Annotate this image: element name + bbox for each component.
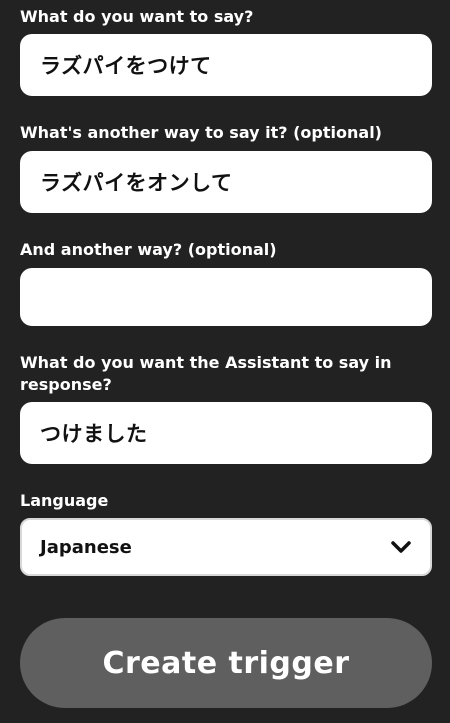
- response-label: What do you want the Assistant to say in…: [20, 353, 392, 394]
- alt-phrase-label: What's another way to say it? (optional): [20, 123, 382, 142]
- create-trigger-form: What do you want to say? ラズパイをつけて What's…: [0, 0, 450, 723]
- alt-phrase-input[interactable]: ラズパイをオンして: [20, 151, 432, 213]
- chevron-down-icon: [390, 536, 412, 558]
- another-phrase-label: And another way? (optional): [20, 240, 277, 259]
- language-label: Language: [20, 491, 109, 510]
- create-trigger-button[interactable]: Create trigger: [20, 618, 432, 708]
- language-selected-value: Japanese: [40, 536, 132, 558]
- say-phrase-label: What do you want to say?: [20, 7, 254, 26]
- language-select[interactable]: Japanese: [20, 518, 432, 576]
- another-phrase-input[interactable]: [20, 268, 432, 326]
- say-phrase-input[interactable]: ラズパイをつけて: [20, 34, 432, 96]
- response-input[interactable]: つけました: [20, 402, 432, 464]
